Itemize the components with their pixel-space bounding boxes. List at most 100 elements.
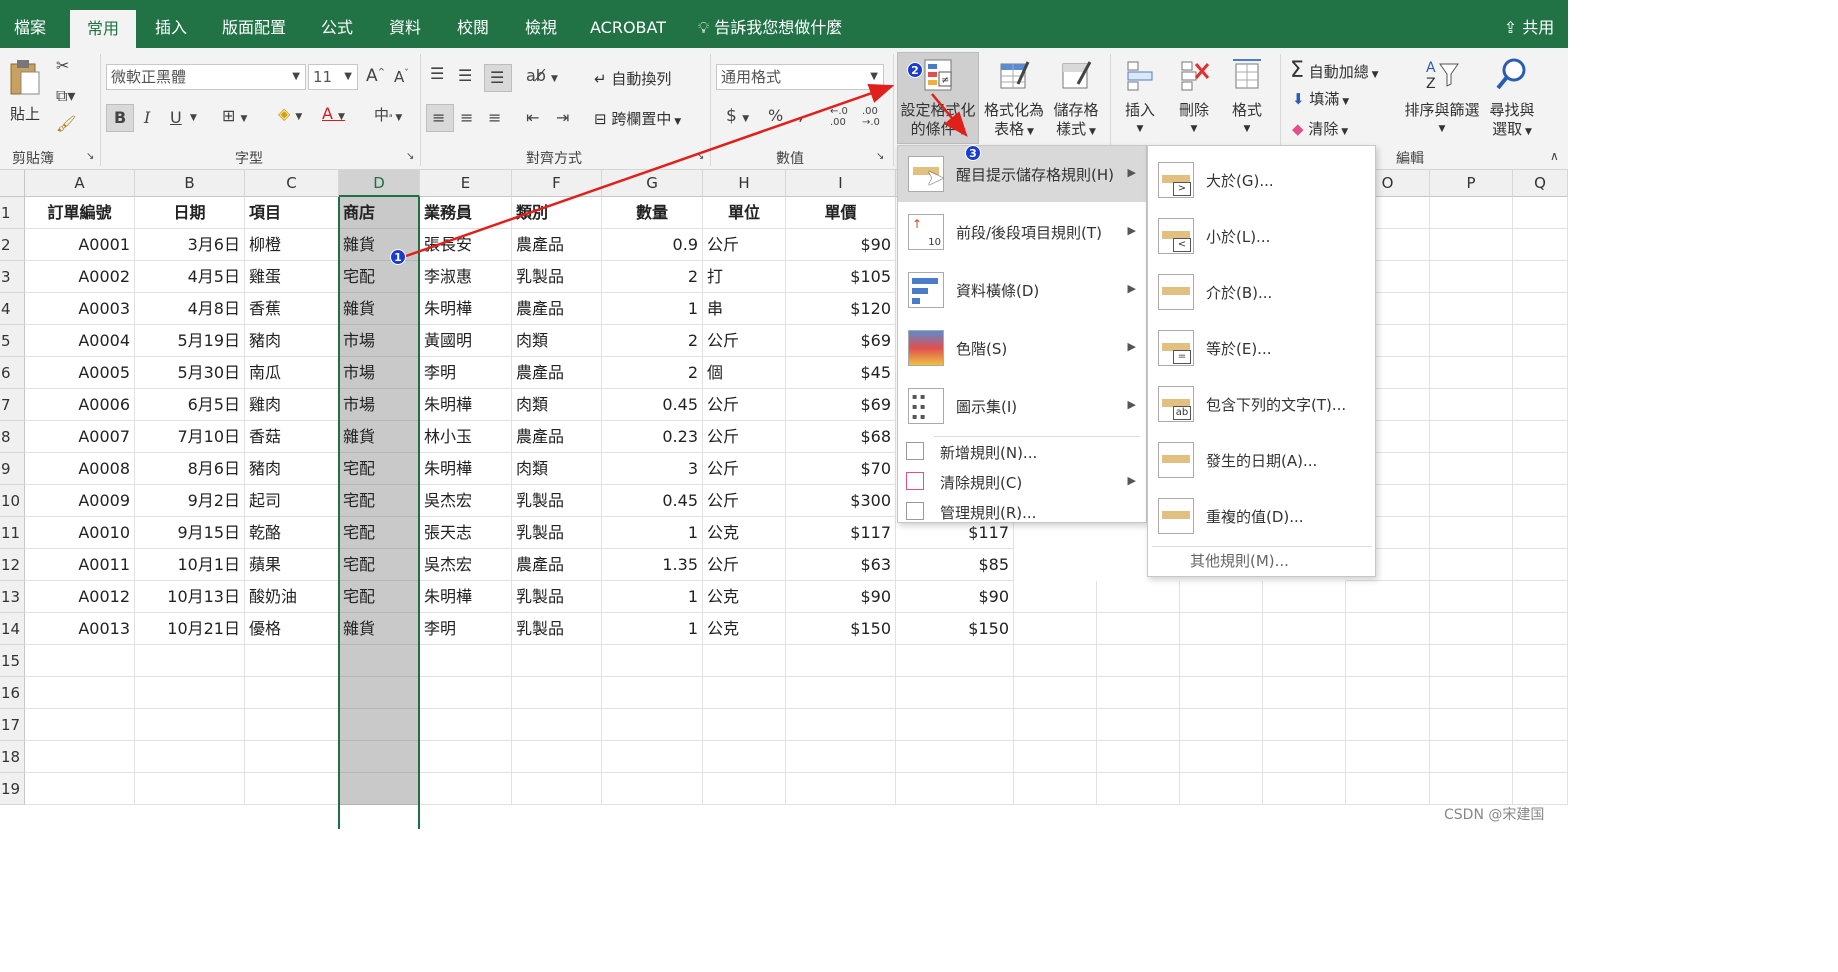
grid-cell[interactable] [1097, 613, 1180, 645]
format-painter-icon[interactable]: 🖌︎ [56, 116, 76, 132]
table-cell[interactable]: 乾酪 [245, 517, 339, 549]
table-cell[interactable]: A0004 [25, 325, 135, 357]
grid-cell[interactable] [703, 677, 786, 709]
table-cell[interactable]: $68 [786, 421, 896, 453]
table-cell[interactable]: 乳製品 [512, 485, 602, 517]
grid-cell[interactable] [703, 709, 786, 741]
grid-cell[interactable] [1513, 293, 1568, 325]
row-header[interactable]: 11 [0, 517, 25, 549]
orientation-icon[interactable]: ab̸ ▼ [526, 68, 558, 84]
table-cell[interactable]: 林小玉 [420, 421, 512, 453]
font-size-select[interactable]: 11 ▼ [308, 64, 358, 90]
table-cell[interactable]: $45 [786, 357, 896, 389]
grid-cell[interactable] [602, 677, 703, 709]
table-cell[interactable]: 市場 [339, 357, 420, 389]
table-cell[interactable]: $150 [786, 613, 896, 645]
align-middle-icon[interactable]: ☰ [458, 68, 472, 84]
font-color-icon[interactable]: A ▼ [322, 106, 345, 122]
grid-cell[interactable] [896, 677, 1014, 709]
grid-cell[interactable] [1430, 485, 1513, 517]
row-header[interactable]: 8 [0, 421, 25, 453]
table-cell[interactable]: 9月15日 [135, 517, 245, 549]
copy-icon[interactable]: ⧉▾ [56, 88, 75, 104]
grid-cell[interactable] [1513, 325, 1568, 357]
grid-cell[interactable] [1263, 773, 1346, 805]
table-cell[interactable]: 李明 [420, 357, 512, 389]
table-cell[interactable]: $69 [786, 389, 896, 421]
table-cell[interactable]: 10月13日 [135, 581, 245, 613]
column-header[interactable]: F [512, 170, 602, 197]
fill-color-icon[interactable]: ◈ ▼ [278, 106, 302, 122]
menu-item-new-rule[interactable]: 新增規則(N)... [898, 438, 1146, 466]
grid-cell[interactable] [1263, 741, 1346, 773]
column-header[interactable]: I [786, 170, 896, 197]
grid-cell[interactable] [602, 645, 703, 677]
grid-cell[interactable] [245, 645, 339, 677]
fill-button[interactable]: ⬇ 填滿 ▼ [1292, 88, 1349, 109]
grid-cell[interactable] [1346, 645, 1430, 677]
table-cell[interactable]: $117 [786, 517, 896, 549]
table-cell[interactable]: $70 [786, 453, 896, 485]
table-cell[interactable]: 乳製品 [512, 517, 602, 549]
format-as-table-button[interactable]: 格式化為 表格 ▼ [982, 56, 1046, 142]
grid-cell[interactable] [1513, 421, 1568, 453]
border-icon[interactable]: ⊞ ▼ [222, 108, 247, 124]
grid-cell[interactable] [1430, 773, 1513, 805]
grid-cell[interactable] [420, 677, 512, 709]
table-cell[interactable]: $300 [786, 485, 896, 517]
table-cell[interactable]: A0009 [25, 485, 135, 517]
grid-cell[interactable] [339, 645, 420, 677]
table-cell[interactable]: 0.9 [602, 229, 703, 261]
grid-cell[interactable] [1263, 677, 1346, 709]
table-cell[interactable]: A0010 [25, 517, 135, 549]
grid-cell[interactable] [1430, 613, 1513, 645]
delete-cells-button[interactable]: 刪除 ▼ [1170, 56, 1218, 139]
table-cell[interactable]: 2 [602, 357, 703, 389]
submenu-item[interactable]: ab 包含下列的文字(T)... [1148, 378, 1375, 430]
grid-cell[interactable] [1430, 581, 1513, 613]
grid-cell[interactable] [1513, 741, 1568, 773]
grid-cell[interactable] [1014, 581, 1097, 613]
table-header-cell[interactable]: 數量 [602, 197, 703, 229]
table-cell[interactable]: 公斤 [703, 453, 786, 485]
table-cell[interactable]: A0008 [25, 453, 135, 485]
table-cell[interactable]: 張天志 [420, 517, 512, 549]
tab-view[interactable]: 檢視 [514, 0, 568, 48]
grid-cell[interactable] [1430, 709, 1513, 741]
grid-cell[interactable] [1430, 421, 1513, 453]
align-right-icon[interactable]: ≡ [488, 110, 501, 126]
dialog-launcher-icon[interactable]: ↘ [876, 152, 884, 162]
table-cell[interactable]: 農產品 [512, 357, 602, 389]
grid-cell[interactable] [1014, 741, 1097, 773]
table-cell[interactable]: 公克 [703, 613, 786, 645]
grid-cell[interactable] [786, 709, 896, 741]
menu-item-clear-rules[interactable]: 清除規則(C) ▶ [898, 468, 1146, 496]
table-cell[interactable]: 宅配 [339, 581, 420, 613]
table-cell[interactable]: 朱明樺 [420, 581, 512, 613]
table-cell[interactable]: $105 [786, 261, 896, 293]
grid-cell[interactable] [420, 773, 512, 805]
grid-cell[interactable] [1346, 773, 1430, 805]
grid-cell[interactable] [339, 773, 420, 805]
table-cell[interactable]: 10月1日 [135, 549, 245, 581]
tab-review[interactable]: 校閱 [446, 0, 500, 48]
grid-cell[interactable] [1430, 261, 1513, 293]
grid-cell[interactable] [1513, 357, 1568, 389]
grid-cell[interactable] [786, 645, 896, 677]
grid-cell[interactable] [339, 741, 420, 773]
tab-formulas[interactable]: 公式 [310, 0, 364, 48]
column-header[interactable]: C [245, 170, 339, 197]
grid-cell[interactable] [1014, 709, 1097, 741]
table-cell[interactable]: 朱明樺 [420, 389, 512, 421]
submenu-item[interactable]: < 小於(L)... [1148, 210, 1375, 262]
table-cell[interactable]: 1 [602, 581, 703, 613]
row-header[interactable]: 9 [0, 453, 25, 485]
row-header[interactable]: 14 [0, 613, 25, 645]
table-header-cell[interactable]: 單價 [786, 197, 896, 229]
column-header[interactable]: Q [1513, 170, 1568, 197]
grid-cell[interactable] [1430, 549, 1513, 581]
grid-cell[interactable] [1513, 261, 1568, 293]
grid-cell[interactable] [1263, 581, 1346, 613]
tab-acrobat[interactable]: ACROBAT [582, 0, 674, 48]
dialog-launcher-icon[interactable]: ↘ [696, 152, 704, 162]
